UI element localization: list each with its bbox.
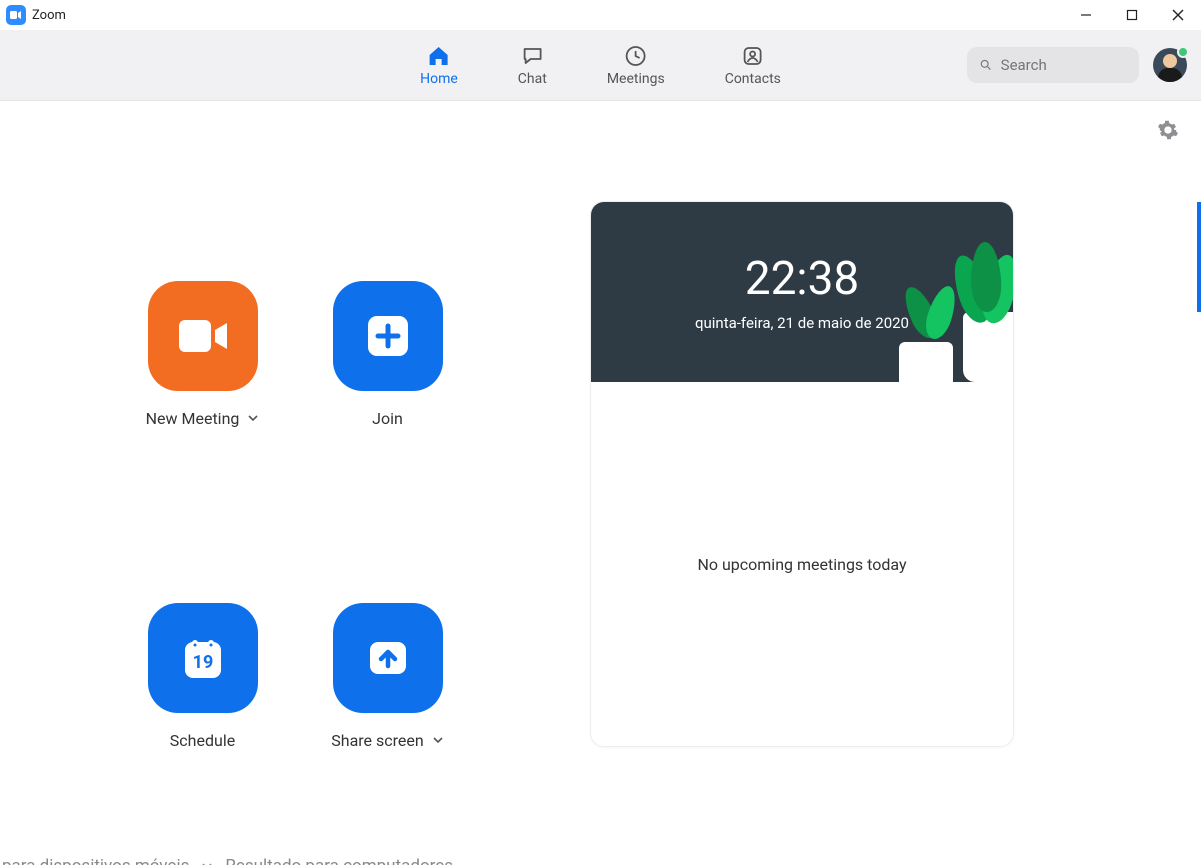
search-field[interactable] xyxy=(1001,56,1127,74)
action-panel: New Meeting Join xyxy=(0,101,590,865)
schedule-tile: 19 Schedule xyxy=(110,603,295,865)
bottom-text-2: Resultado para computadores xyxy=(225,856,453,865)
search-input[interactable] xyxy=(967,47,1139,83)
clock-date: quinta-feira, 21 de maio de 2020 xyxy=(695,314,909,332)
main: New Meeting Join xyxy=(0,101,1201,865)
schedule-button[interactable]: 19 xyxy=(148,603,258,713)
presence-indicator xyxy=(1177,46,1189,58)
app-title: Zoom xyxy=(32,8,66,23)
clock-icon xyxy=(623,43,649,69)
chevron-down-icon xyxy=(432,734,444,746)
new-meeting-tile: New Meeting xyxy=(110,281,295,543)
titlebar: Zoom xyxy=(0,0,1201,30)
clock-time: 22:38 xyxy=(745,252,860,306)
close-button[interactable] xyxy=(1155,0,1201,30)
contacts-icon xyxy=(740,43,766,69)
new-meeting-button[interactable] xyxy=(148,281,258,391)
share-screen-button[interactable] xyxy=(333,603,443,713)
schedule-label-row: Schedule xyxy=(170,731,235,750)
plant-decoration xyxy=(899,342,953,382)
zoom-app-icon xyxy=(6,5,26,25)
tab-chat[interactable]: Chat xyxy=(518,43,547,87)
search-icon xyxy=(979,57,993,73)
settings-button[interactable] xyxy=(1157,119,1179,145)
chat-icon xyxy=(519,43,545,69)
titlebar-left: Zoom xyxy=(6,5,66,25)
new-meeting-label: New Meeting xyxy=(146,409,240,428)
new-meeting-dropdown[interactable] xyxy=(247,409,259,428)
share-screen-label-row: Share screen xyxy=(331,731,443,750)
share-screen-tile: Share screen xyxy=(295,603,480,865)
share-screen-dropdown[interactable] xyxy=(432,731,444,750)
plus-icon xyxy=(362,310,414,362)
join-label-row: Join xyxy=(372,409,403,428)
tab-meetings[interactable]: Meetings xyxy=(607,43,665,87)
chevron-down-icon xyxy=(247,412,259,424)
nav-tabs: Home Chat Meetings Contacts xyxy=(420,43,781,87)
tab-label: Chat xyxy=(518,71,547,87)
share-screen-label: Share screen xyxy=(331,731,423,750)
chevron-down-icon xyxy=(201,860,213,865)
accent-strip xyxy=(1197,202,1201,312)
bottom-cropped-row: para dispositivos móveis Resultado para … xyxy=(0,855,1201,865)
window-controls xyxy=(1063,0,1201,30)
calendar-empty-text: No upcoming meetings today xyxy=(697,555,906,574)
join-tile: Join xyxy=(295,281,480,543)
tab-label: Contacts xyxy=(725,71,781,87)
minimize-button[interactable] xyxy=(1063,0,1109,30)
calendar-icon: 19 xyxy=(175,630,231,686)
topnav: Home Chat Meetings Contacts xyxy=(0,30,1201,101)
action-grid: New Meeting Join xyxy=(110,281,480,865)
svg-text:19: 19 xyxy=(192,652,213,673)
gear-icon xyxy=(1157,119,1179,141)
calendar-hero: 22:38 quinta-feira, 21 de maio de 2020 xyxy=(591,202,1013,382)
plant-decoration xyxy=(963,312,1013,382)
home-icon xyxy=(426,43,452,69)
video-icon xyxy=(175,316,231,356)
avatar-wrap[interactable] xyxy=(1153,48,1187,82)
tab-label: Home xyxy=(420,71,458,87)
tab-label: Meetings xyxy=(607,71,665,87)
calendar-panel: 22:38 quinta-feira, 21 de maio de 2020 N… xyxy=(590,201,1014,747)
maximize-button[interactable] xyxy=(1109,0,1155,30)
new-meeting-label-row: New Meeting xyxy=(146,409,260,428)
join-button[interactable] xyxy=(333,281,443,391)
tab-contacts[interactable]: Contacts xyxy=(725,43,781,87)
bottom-text-1: para dispositivos móveis xyxy=(2,856,189,865)
calendar-body: No upcoming meetings today xyxy=(591,382,1013,746)
schedule-label: Schedule xyxy=(170,731,235,750)
share-icon xyxy=(362,632,414,684)
nav-right xyxy=(967,47,1187,83)
tab-home[interactable]: Home xyxy=(420,43,458,87)
join-label: Join xyxy=(372,409,403,428)
